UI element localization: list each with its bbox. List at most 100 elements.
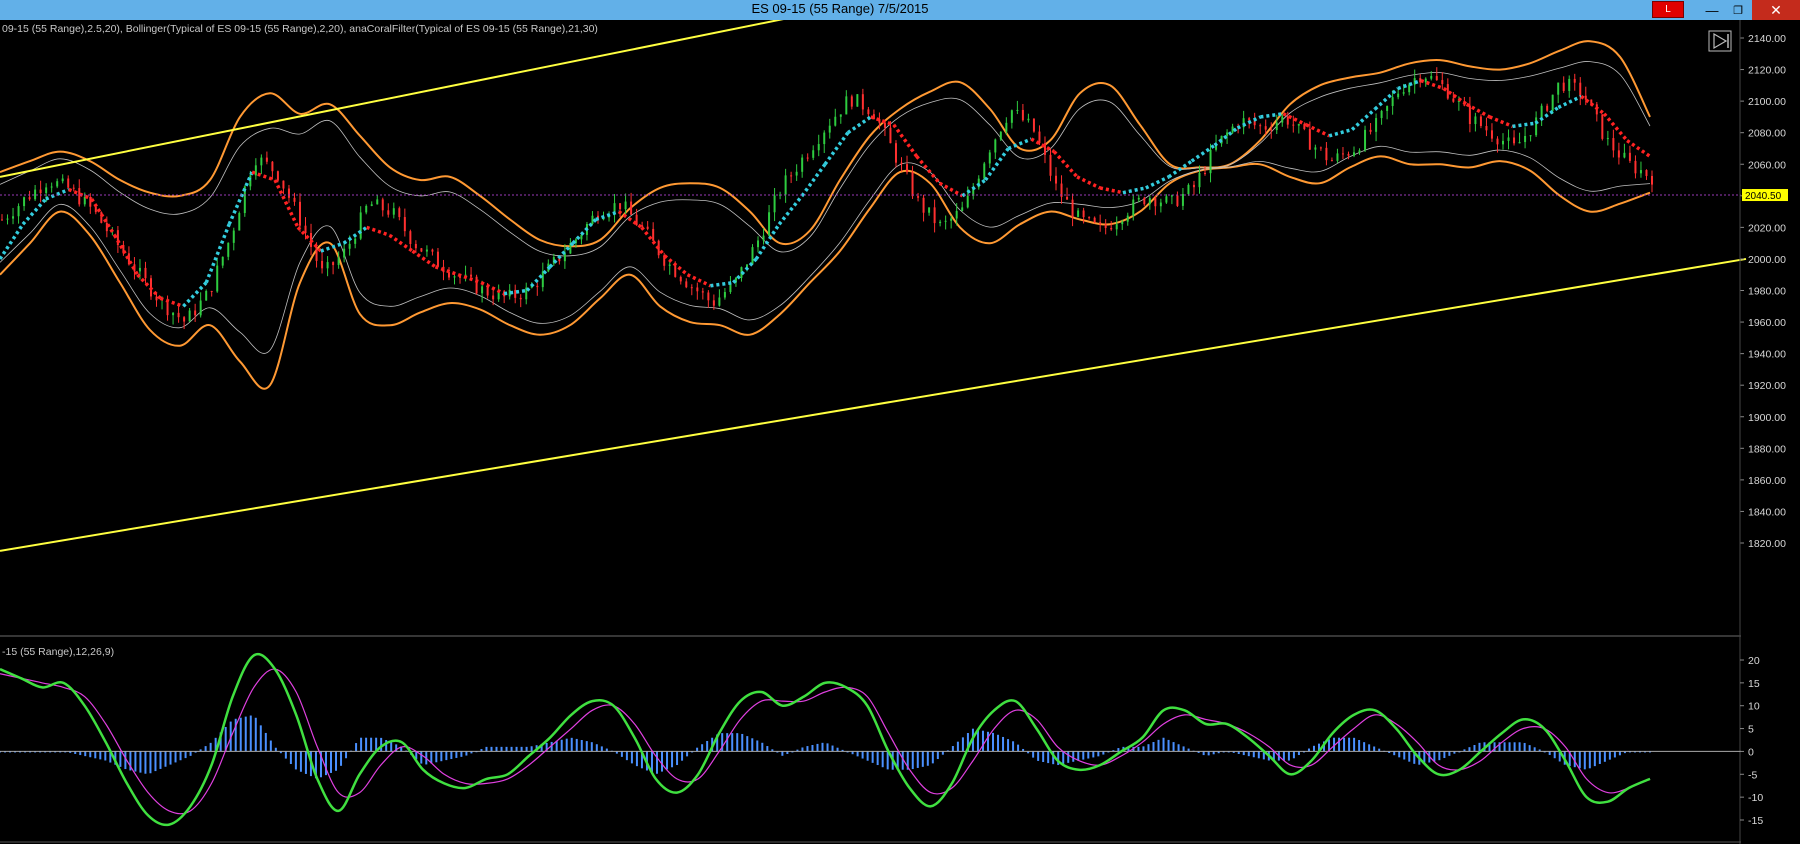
histogram-bar [1603,751,1606,762]
histogram-bar [1312,745,1315,752]
histogram-bar [1343,737,1346,752]
price-bar-body [707,292,710,301]
price-bar-body [61,178,64,182]
histogram-bar [1087,751,1090,759]
price-bar-body [723,291,726,298]
histogram-bar [1613,751,1616,758]
price-bar-body [271,161,274,172]
price-bar-body [1297,124,1300,126]
histogram-bar [510,746,513,752]
price-bar-body [889,127,892,144]
price-bar-body [751,247,754,265]
price-bar-body [392,208,395,215]
alert-indicator-button[interactable]: L [1652,1,1684,18]
histogram-bar [635,751,638,767]
price-bar-body [425,249,428,252]
histogram-bar [335,751,338,771]
price-bar-body [1226,132,1229,136]
price-bar-body [370,204,373,206]
histogram-bar [450,751,453,760]
price-tick-label: 1940.00 [1748,349,1786,361]
histogram-bar [1142,746,1145,752]
price-bar-body [1016,109,1019,111]
price-bar-body [762,235,765,241]
price-bar-body [1281,116,1284,123]
histogram-bar [460,751,463,757]
histogram-bar [1403,751,1406,760]
histogram-bar [801,747,804,752]
histogram-bar [595,744,598,752]
histogram-bar [1072,751,1075,762]
price-tick-label: 2080.00 [1748,128,1786,140]
price-bar-body [999,131,1002,140]
price-bar-body [1187,184,1190,195]
price-bar-body [828,125,831,133]
price-bar-body [696,287,699,292]
histogram-bar [986,731,989,752]
histogram-bar [1338,737,1341,752]
price-bar-body [1579,82,1582,96]
histogram-bar [365,737,368,752]
histogram-bar [936,751,939,760]
histogram-bar [345,751,348,759]
histogram-bar [104,751,107,761]
histogram-bar [600,746,603,752]
histogram-bar [590,742,593,752]
price-tick-label: 1880.00 [1748,443,1786,455]
histogram-bar [861,751,864,759]
histogram-bar [997,734,1000,752]
histogram-bar [886,751,889,770]
price-bar-body [536,285,539,288]
price-tick-label: 2120.00 [1748,65,1786,77]
chart-canvas[interactable]: 1820.00 1840.00 1860.00 1880.00 1900.00 1920.… [0,20,1800,844]
price-bar-body [1518,142,1521,144]
price-tick-label: 2140.00 [1748,33,1786,45]
price-bar-body [1126,215,1129,222]
histogram-bar [881,751,884,768]
price-bar-body [834,116,837,126]
price-bar-body [900,162,903,165]
price-bar-body [1353,152,1356,156]
price-bar-body [409,231,412,245]
price-bar-body [1490,130,1493,139]
price-bar-body [867,109,870,115]
price-bar-body [1071,199,1074,217]
price-bar-body [481,286,484,294]
close-button[interactable]: ✕ [1752,0,1800,20]
price-bar-body [1639,170,1642,174]
histogram-bar [956,741,959,752]
price-bar-body [679,276,682,282]
price-bar-body [1502,140,1505,145]
price-bar-body [541,271,544,288]
histogram-bar [831,745,834,752]
histogram-bar [1593,751,1596,767]
histogram-bar [1548,751,1551,755]
price-bar-body [944,220,947,222]
price-bar-body [624,201,627,210]
price-bar-body [1535,117,1538,136]
histogram-bar [1162,737,1165,752]
histogram-bar [1438,751,1441,761]
histogram-bar [1408,751,1411,762]
price-bar-body [210,291,213,293]
histogram-bar [209,742,212,752]
price-bar-body [199,300,202,316]
price-bar-body [177,312,180,318]
price-bar-body [1330,160,1333,162]
histogram-bar [560,739,563,752]
histogram-bar [620,751,623,757]
histogram-bar [1082,751,1085,760]
price-bar-body [1055,175,1058,184]
price-bar-body [790,175,793,177]
price-bar-body [343,248,346,258]
price-bar-body [144,267,147,279]
histogram-bar [119,751,122,767]
restore-button[interactable]: ❐ [1726,0,1750,20]
price-bar-body [1568,78,1571,91]
histogram-bar [866,751,869,761]
price-bar-body [1584,95,1587,100]
price-bar-body [232,230,235,243]
minimize-button[interactable]: — [1700,0,1724,20]
histogram-bar [1117,748,1120,752]
histogram-bar [1588,751,1591,769]
